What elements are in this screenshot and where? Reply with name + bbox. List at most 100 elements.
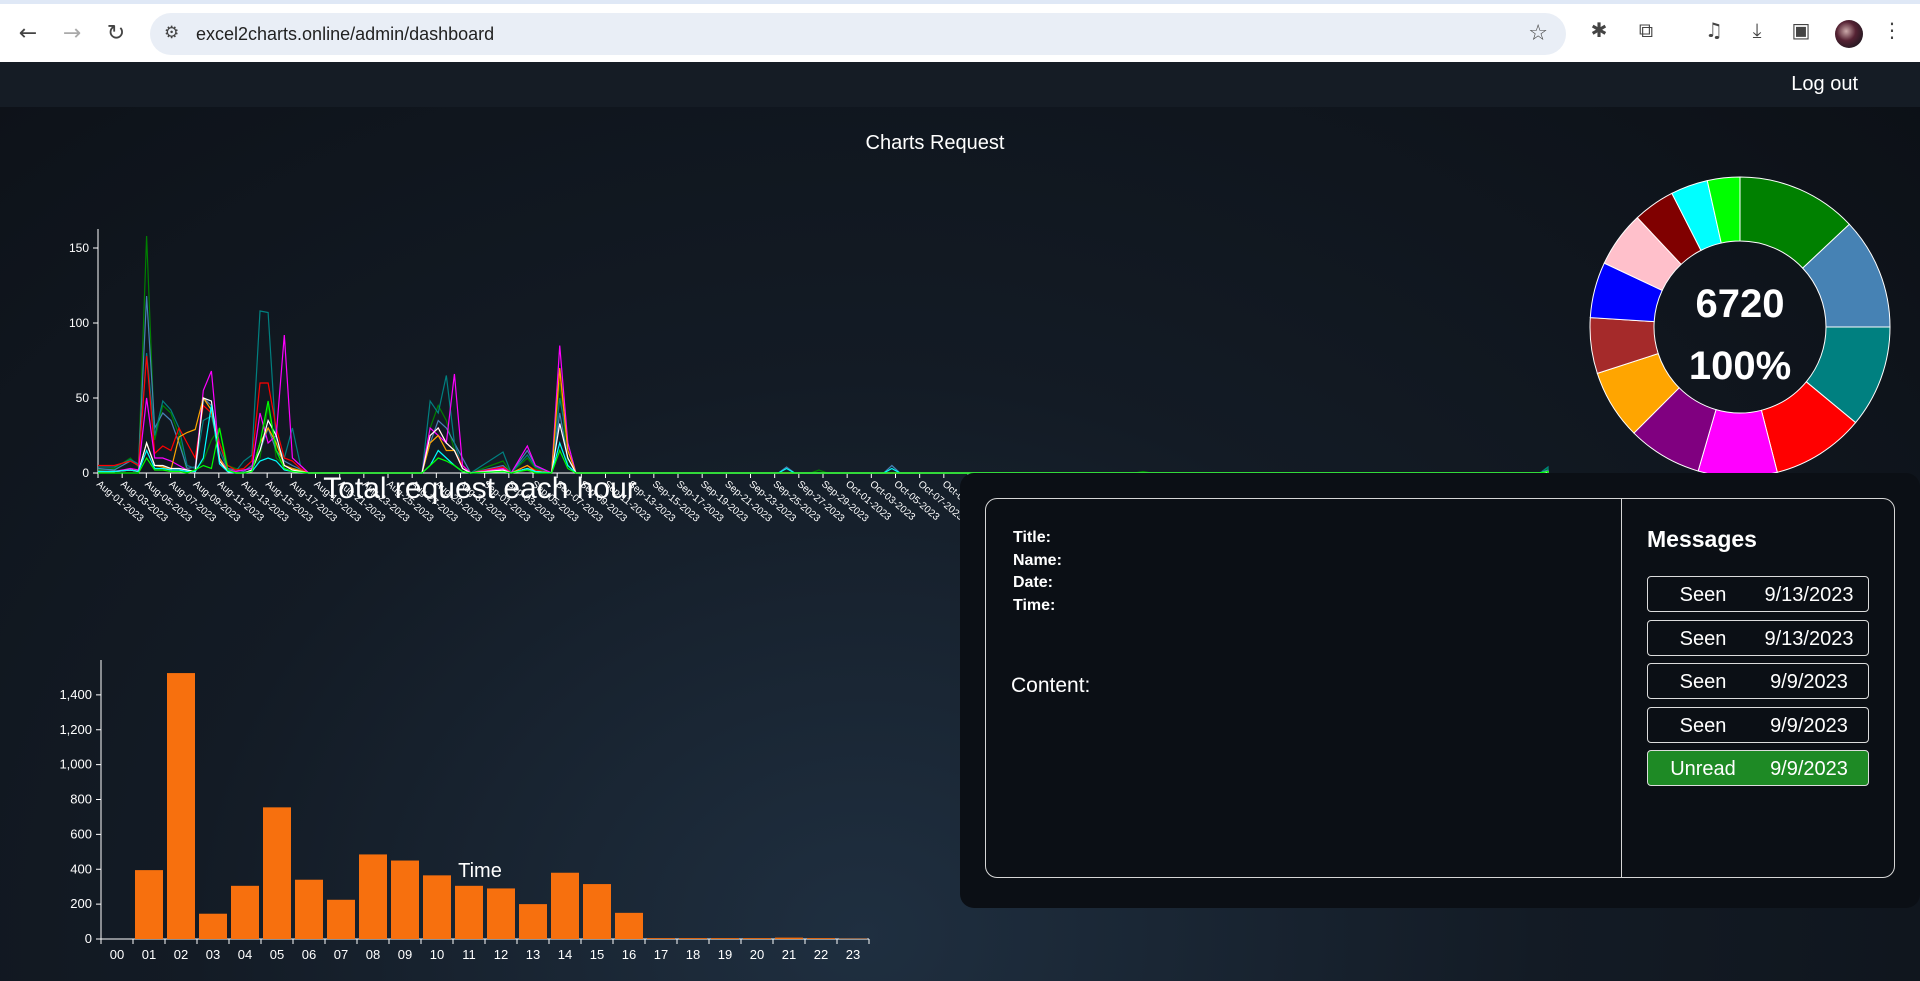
y-tick-label: 50: [76, 391, 90, 405]
address-bar[interactable]: ⚙ excel2charts.online/admin/dashboard ☆: [150, 13, 1566, 55]
message-date: 9/9/2023: [1770, 715, 1848, 737]
reload-icon[interactable]: ↻: [102, 20, 130, 48]
side-panel-icon[interactable]: ▣: [1787, 18, 1815, 42]
message-item[interactable]: Seen 9/13/2023: [1647, 620, 1869, 656]
line-series: [98, 405, 1549, 474]
bar: [807, 938, 835, 939]
x-tick-label: 12: [494, 947, 508, 962]
y-tick-label: 800: [70, 792, 92, 807]
x-tick-label: 10: [430, 947, 444, 962]
logout-button[interactable]: Log out: [1791, 73, 1858, 96]
back-icon[interactable]: ←: [14, 20, 42, 48]
message-status: Seen: [1679, 715, 1727, 737]
x-tick-label: 19: [718, 947, 732, 962]
message-status: Unread: [1670, 758, 1736, 780]
line-chart-title: Charts Request: [865, 132, 1005, 154]
charts-request-donut-chart: 6720 100%: [1589, 176, 1891, 478]
y-tick-label: 1,000: [59, 757, 92, 772]
dashboard: Log out Charts Request 0 50 100 150 Aug-01-2…: [0, 62, 1920, 981]
message-date: 9/9/2023: [1770, 671, 1848, 693]
hourly-request-bar-chart: 02004006008001,0001,2001,40000 01 02 03 04 05…: [59, 660, 870, 962]
y-tick-label: 200: [70, 896, 92, 911]
bar: [711, 938, 739, 939]
bar: [615, 912, 643, 939]
message-item[interactable]: Seen 9/13/2023: [1647, 576, 1869, 612]
title-label: Title:: [1013, 529, 1051, 546]
bug-icon[interactable]: ✱: [1585, 18, 1613, 42]
bar: [647, 938, 675, 939]
x-tick-label: 17: [654, 947, 668, 962]
x-tick-label: 01: [142, 947, 156, 962]
line-series: [98, 400, 1549, 474]
x-tick-label: 00: [110, 947, 124, 962]
message-list: Messages Seen 9/13/2023 Seen 9/13/2023 S…: [1623, 499, 1895, 877]
x-tick-label: 04: [238, 947, 252, 962]
message-status: Seen: [1679, 628, 1727, 650]
site-info-icon[interactable]: ⚙: [164, 23, 179, 43]
download-icon[interactable]: ⤓: [1743, 18, 1771, 42]
line-series: [98, 310, 1549, 475]
message-status: Seen: [1679, 584, 1727, 606]
x-tick-label: 06: [302, 947, 316, 962]
messages-heading: Messages: [1647, 526, 1757, 552]
message-date: 9/13/2023: [1764, 628, 1854, 650]
x-tick-label: 13: [526, 947, 540, 962]
x-tick-label: 22: [814, 947, 828, 962]
bar: [455, 885, 483, 939]
bar: [743, 938, 771, 939]
bar: [327, 899, 355, 939]
message-panel-frame: Title: Name: Date: Time: Content: Messag…: [985, 498, 1895, 878]
menu-icon[interactable]: ⋮: [1878, 18, 1906, 42]
message-status: Seen: [1679, 671, 1727, 693]
bar: [423, 875, 451, 939]
line-series: [97, 295, 1549, 474]
x-tick-label: 09: [398, 947, 412, 962]
bar-chart-xlabel: Time: [458, 860, 502, 882]
profile-avatar[interactable]: [1835, 20, 1863, 48]
line-series: [98, 397, 1549, 474]
line-series: [98, 367, 1549, 474]
content-label: Content:: [1011, 674, 1091, 697]
x-tick-label: 11: [462, 947, 476, 962]
bar: [775, 937, 803, 939]
bar: [583, 884, 611, 939]
donut-percent: 100%: [1689, 344, 1791, 388]
x-tick-label: 20: [750, 947, 764, 962]
media-control-icon[interactable]: ♫: [1700, 18, 1728, 42]
bar: [295, 879, 323, 939]
bar: [231, 885, 259, 939]
y-tick-label: 0: [85, 931, 92, 946]
message-item[interactable]: Seen 9/9/2023: [1647, 707, 1869, 743]
message-item-unread[interactable]: Unread 9/9/2023: [1647, 750, 1869, 786]
y-tick-label: 1,400: [59, 687, 92, 702]
x-tick-label: 08: [366, 947, 380, 962]
x-tick-label: 02: [174, 947, 188, 962]
x-tick-label: 18: [686, 947, 700, 962]
x-tick-label: 23: [846, 947, 860, 962]
x-tick-label: 14: [558, 947, 572, 962]
date-label: Date:: [1013, 574, 1054, 591]
bar: [167, 673, 195, 939]
bookmark-star-icon[interactable]: ☆: [1528, 21, 1548, 46]
x-tick-label: 16: [622, 947, 636, 962]
line-series: [98, 355, 1549, 474]
message-date: 9/13/2023: [1764, 584, 1854, 606]
extensions-icon[interactable]: ⧉: [1632, 18, 1660, 42]
donut-total: 6720: [1696, 282, 1785, 326]
forward-icon[interactable]: →: [58, 20, 86, 48]
message-item[interactable]: Seen 9/9/2023: [1647, 663, 1869, 699]
line-series: [97, 235, 1549, 474]
browser-toolbar: ← → ↻ ⚙ excel2charts.online/admin/dashbo…: [0, 0, 1920, 62]
message-date: 9/9/2023: [1770, 758, 1848, 780]
x-tick-label: 07: [334, 947, 348, 962]
x-tick-label: 21: [782, 947, 796, 962]
bar: [519, 904, 547, 939]
name-label: Name:: [1013, 551, 1062, 569]
url-text[interactable]: excel2charts.online/admin/dashboard: [196, 24, 494, 45]
message-panel: Title: Name: Date: Time: Content: Messag…: [960, 473, 1920, 908]
x-tick-label: 03: [206, 947, 220, 962]
bar-chart-title: Total request each hour: [323, 472, 637, 505]
message-meta: Title: Name: Date: Time:: [1013, 527, 1062, 617]
top-bar: Log out: [0, 62, 1920, 107]
bar: [487, 888, 515, 939]
